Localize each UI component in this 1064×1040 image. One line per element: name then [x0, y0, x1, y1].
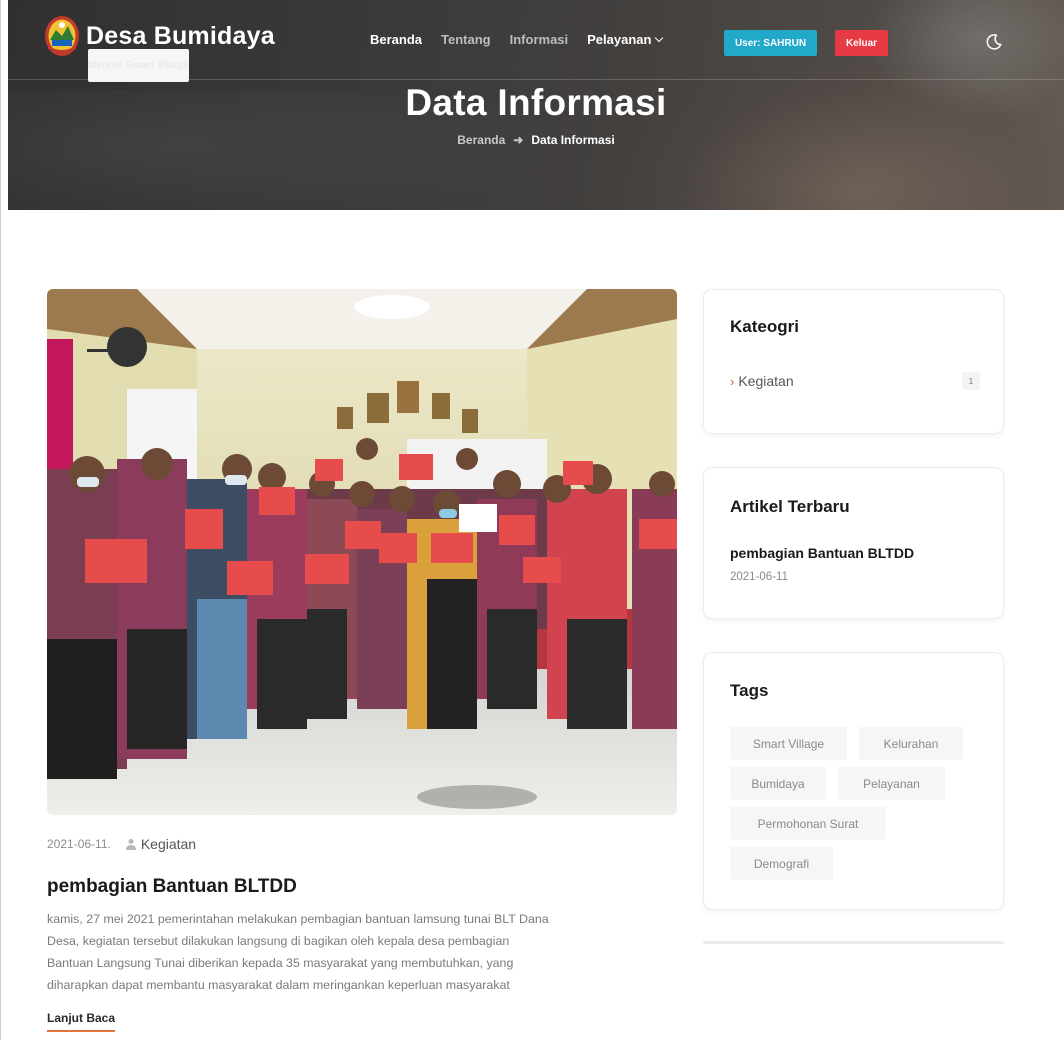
post-excerpt-line: diharapkan dapat membantu masyarakat dal…: [47, 978, 510, 992]
user-icon: [125, 838, 137, 850]
post-title[interactable]: pembagian Bantuan BLTDD: [47, 876, 297, 898]
brand-tagline: Menuju Smart Village: [88, 49, 189, 82]
brand[interactable]: Desa Bumidaya Menuju Smart Village: [44, 14, 275, 82]
chevron-down-icon: [655, 33, 664, 43]
nav-pelayanan[interactable]: Pelayanan: [587, 31, 664, 49]
nav-pelayanan-label: Pelayanan: [587, 32, 652, 47]
nav-beranda[interactable]: Beranda: [370, 31, 422, 49]
tags-widget: Tags Smart Village Kelurahan Bumidaya Pe…: [703, 652, 1004, 910]
nav-tentang[interactable]: Tentang: [441, 31, 491, 49]
read-more-link[interactable]: Lanjut Baca: [47, 1011, 116, 1032]
categories-widget: Kateogri › Kegiatan 1: [703, 289, 1004, 434]
tag-kelurahan[interactable]: Kelurahan: [859, 727, 963, 760]
user-button[interactable]: User: SAHRUN: [724, 30, 817, 56]
post-excerpt: kamis, 27 mei 2021 pemerintahan melakuka…: [47, 908, 687, 996]
tag-permohonan-surat[interactable]: Permohonan Surat: [730, 807, 886, 840]
recent-article-date: 2021-06-11: [730, 571, 788, 583]
moon-icon[interactable]: [984, 32, 1004, 52]
tag-smart-village[interactable]: Smart Village: [730, 727, 847, 760]
tag-demografi[interactable]: Demografi: [730, 847, 833, 880]
page-title: Data Informasi: [405, 82, 667, 123]
breadcrumb-home[interactable]: Beranda: [457, 133, 505, 147]
main-nav: Beranda Tentang Informasi Pelayanan: [370, 31, 681, 49]
nav-informasi[interactable]: Informasi: [510, 31, 569, 49]
navbar: Desa Bumidaya Menuju Smart Village Beran…: [8, 0, 1064, 82]
post-date: 2021-06-11.: [47, 837, 111, 851]
category-count: 1: [962, 372, 980, 390]
brand-name: Desa Bumidaya: [86, 22, 275, 50]
category-item[interactable]: › Kegiatan 1: [730, 372, 980, 390]
breadcrumb-current: Data Informasi: [531, 133, 615, 147]
post-excerpt-line: Bantuan Langsung Tunai diberikan kepada …: [47, 956, 514, 970]
recent-articles-title: Artikel Terbaru: [730, 497, 850, 516]
village-logo-icon: [44, 14, 80, 58]
logout-button[interactable]: Keluar: [835, 30, 888, 56]
tags-title: Tags: [730, 681, 769, 700]
recent-articles-widget: Artikel Terbaru pembagian Bantuan BLTDD …: [703, 467, 1004, 619]
tag-bumidaya[interactable]: Bumidaya: [730, 767, 826, 800]
categories-title: Kateogri: [730, 317, 799, 336]
post-excerpt-line: kamis, 27 mei 2021 pemerintahan melakuka…: [47, 912, 549, 926]
post-image[interactable]: [47, 289, 677, 815]
post-excerpt-line: Desa, kegiatan tersebut dilakukan langsu…: [47, 934, 510, 948]
recent-article-link[interactable]: pembagian Bantuan BLTDD: [730, 545, 914, 561]
chevron-right-icon: ›: [730, 373, 735, 389]
category-label: Kegiatan: [738, 373, 794, 389]
post-meta: 2021-06-11. Kegiatan: [47, 836, 196, 852]
tag-pelayanan[interactable]: Pelayanan: [838, 767, 945, 800]
breadcrumb: Beranda ➜ Data Informasi: [8, 133, 1064, 147]
sidebar-divider: [703, 941, 1004, 944]
post-category[interactable]: Kegiatan: [141, 836, 196, 852]
arrow-right-icon: ➜: [513, 133, 524, 147]
